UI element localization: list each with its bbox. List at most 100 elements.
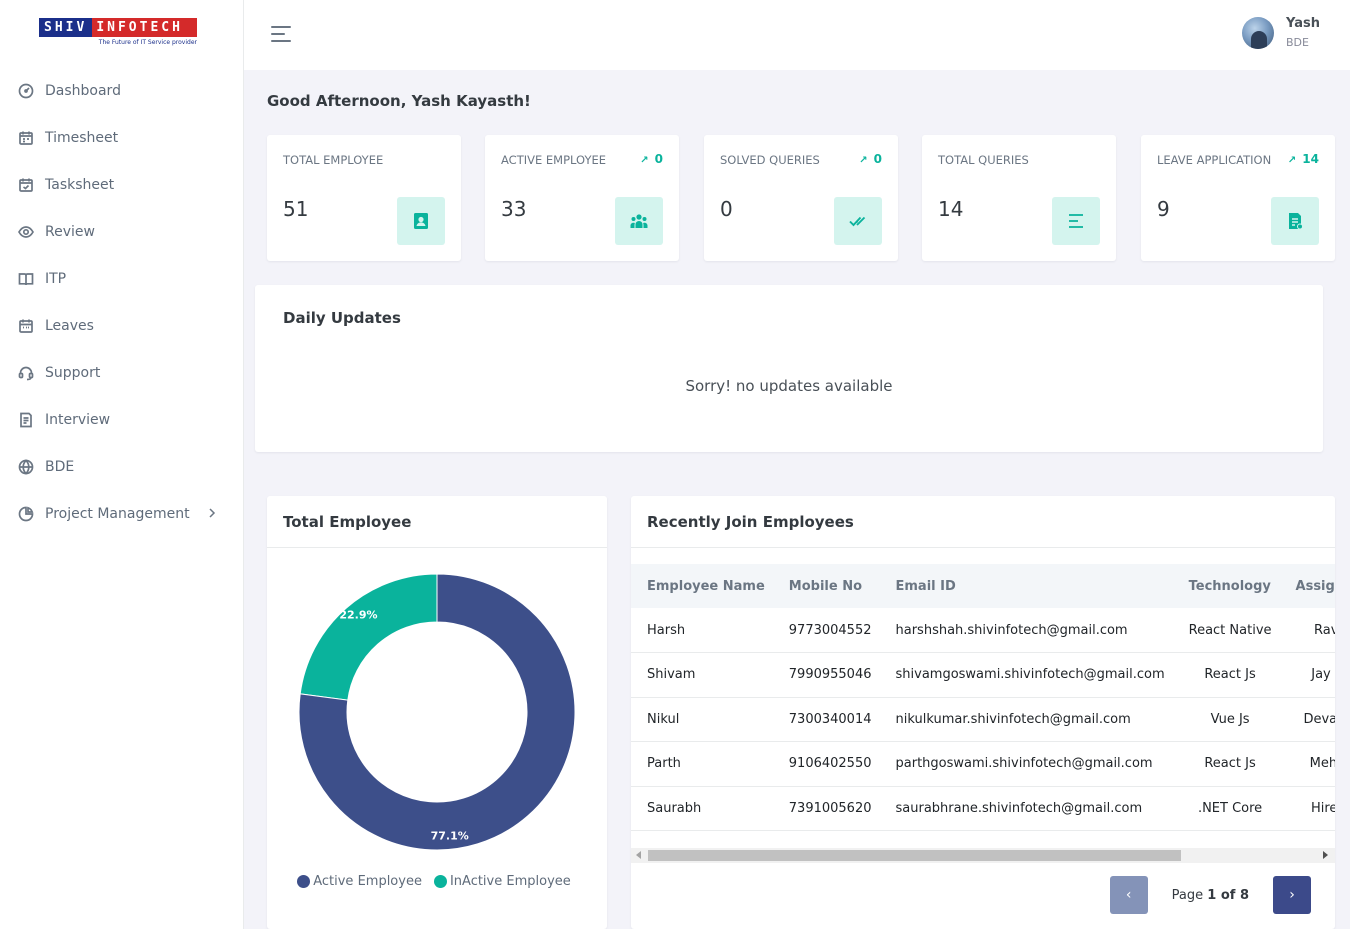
sidebar-item-itp[interactable]: ITP [0, 255, 243, 302]
table-cell: saurabhrane.shivinfotech@gmail.com [879, 786, 1173, 831]
user-name: Yash [1286, 16, 1320, 31]
stat-title: LEAVE APPLICATION [1157, 153, 1272, 167]
table-cell: React Js [1172, 652, 1280, 698]
sidebar-item-label: Tasksheet [45, 176, 115, 193]
company-logo[interactable]: SHIV INFOTECH The Future of IT Service p… [39, 18, 197, 48]
horizontal-scrollbar[interactable] [631, 848, 1335, 863]
scroll-right-arrow-icon[interactable] [1323, 851, 1328, 859]
previous-page-button[interactable]: ‹ [1109, 876, 1148, 914]
document-icon [18, 412, 34, 428]
file-list-icon [1271, 197, 1319, 245]
table-cell: Hiren Un [1279, 786, 1335, 831]
table-cell: 7990955046 [772, 652, 880, 698]
table-cell: 9773004552 [772, 608, 880, 653]
sidebar-item-label: Interview [45, 411, 111, 428]
stat-value: 51 [283, 197, 309, 221]
sidebar: SHIV INFOTECH The Future of IT Service p… [0, 0, 244, 929]
table-row[interactable]: Shivam 7990955046 shivamgoswami.shivinfote… [631, 652, 1335, 698]
column-header[interactable]: Email ID [880, 564, 1173, 608]
sidebar-item-label: Dashboard [45, 82, 121, 99]
sidebar-item-label: Project Management [45, 505, 190, 522]
table-cell: 7391005620 [772, 786, 880, 831]
stat-card-total-employee: TOTAL EMPLOYEE 51 [267, 135, 461, 261]
avatar [1242, 16, 1274, 49]
sidebar-item-review[interactable]: Review [0, 208, 243, 255]
panel-title: Total Employee [267, 496, 607, 548]
table-cell: Ravi Du [1279, 608, 1335, 653]
column-header[interactable]: Mobile No [773, 564, 880, 608]
table-cell: parthgoswami.shivinfotech@gmail.com [879, 741, 1173, 787]
panel-title: Daily Updates [283, 309, 401, 327]
stat-card-leave-application: LEAVE APPLICATION ↗ 14 9 [1141, 135, 1335, 261]
table-cell: harshshah.shivinfotech@gmail.com [879, 608, 1173, 653]
legend-swatch [297, 875, 311, 888]
logo-text-right: INFOTECH [92, 18, 197, 37]
empty-state-message: Sorry! no updates available [685, 377, 893, 395]
globe-icon [18, 458, 34, 475]
stat-title: TOTAL EMPLOYEE [283, 153, 384, 167]
next-page-button[interactable]: › [1273, 876, 1311, 914]
table-row[interactable]: Saurabh 7391005620 saurabhrane.shivinfotec… [631, 786, 1335, 831]
page-greeting: Good Afternoon, Yash Kayasth! [267, 92, 531, 110]
arrow-up-right-icon: ↗ [1287, 155, 1297, 166]
double-check-icon [834, 197, 882, 245]
stat-title: SOLVED QUERIES [720, 153, 820, 167]
table-cell: Jay Raya [1279, 652, 1335, 698]
recent-employees-panel: Recently Join Employees Employee Name Mo… [631, 496, 1335, 929]
table-cell: Harsh [631, 608, 773, 653]
legend-item-active[interactable]: Active Employee [297, 874, 422, 889]
logo-tagline: The Future of IT Service provider [98, 39, 197, 46]
sidebar-item-project-management[interactable]: Project Management [0, 490, 243, 537]
sidebar-item-leaves[interactable]: Leaves [0, 302, 243, 349]
dashboard-icon [18, 83, 34, 99]
headset-icon [18, 365, 34, 381]
sidebar-item-support[interactable]: Support [0, 349, 243, 396]
sidebar-item-interview[interactable]: Interview [0, 396, 243, 443]
chevron-right-icon [207, 507, 217, 519]
stat-value: 33 [501, 197, 527, 221]
column-header[interactable]: Assigned S [1280, 564, 1335, 608]
table-cell: shivamgoswami.shivinfotech@gmail.com [879, 652, 1173, 698]
panel-title: Recently Join Employees [631, 496, 1335, 548]
scrollbar-thumb[interactable] [648, 850, 1181, 861]
trend-badge: ↗ 14 [1287, 152, 1319, 166]
trend-badge: ↗ 0 [640, 152, 663, 166]
stat-title: TOTAL QUERIES [938, 153, 1029, 167]
legend-item-inactive[interactable]: InActive Employee [428, 874, 571, 889]
sidebar-item-timesheet[interactable]: Timesheet [0, 114, 243, 161]
stat-value: 14 [938, 197, 964, 221]
total-employee-panel: Total Employee 22.9% 77.1% Active Employe… [267, 496, 607, 929]
book-icon [18, 271, 34, 287]
eye-icon [18, 224, 34, 240]
legend-label: InActive Employee [449, 874, 571, 889]
table-cell: Nikul [631, 697, 773, 742]
menu-toggle-icon[interactable] [271, 26, 293, 44]
employees-table-container[interactable]: Employee Name Mobile No Email ID Technol… [631, 564, 1335, 844]
group-icon [615, 197, 663, 245]
donut-slice-inactive[interactable] [299, 573, 438, 701]
table-cell: Vue Js [1172, 697, 1280, 742]
stat-value: 0 [720, 197, 733, 221]
slice-label: 77.1% [431, 829, 469, 842]
scroll-left-arrow-icon[interactable] [636, 851, 641, 859]
sidebar-item-label: Support [45, 364, 101, 381]
table-cell: Saurabh [631, 786, 773, 831]
sidebar-item-tasksheet[interactable]: Tasksheet [0, 161, 243, 208]
legend-swatch [433, 875, 447, 888]
pie-chart-icon [18, 506, 34, 522]
arrow-up-right-icon: ↗ [859, 155, 868, 166]
table-row[interactable]: Parth 9106402550 parthgoswami.shivinfotech… [631, 741, 1335, 787]
table-cell: .NET Core [1172, 786, 1280, 831]
table-row[interactable]: Harsh 9773004552 harshshah.shivinfotech@gm… [631, 608, 1335, 653]
sidebar-item-label: ITP [45, 270, 67, 287]
table-row[interactable]: Nikul 7300340014 nikulkumar.shivinfotech@g… [631, 697, 1335, 742]
sidebar-item-dashboard[interactable]: Dashboard [0, 67, 243, 114]
sidebar-item-label: Timesheet [45, 129, 119, 146]
column-header[interactable]: Employee Name [631, 564, 773, 608]
column-header[interactable]: Technology [1173, 564, 1280, 608]
user-profile[interactable]: Yash BDE [1242, 16, 1320, 49]
table-cell: Devang Ch [1279, 697, 1335, 742]
sidebar-item-bde[interactable]: BDE [0, 443, 243, 490]
calendar-icon [18, 318, 34, 334]
legend-label: Active Employee [313, 874, 422, 889]
